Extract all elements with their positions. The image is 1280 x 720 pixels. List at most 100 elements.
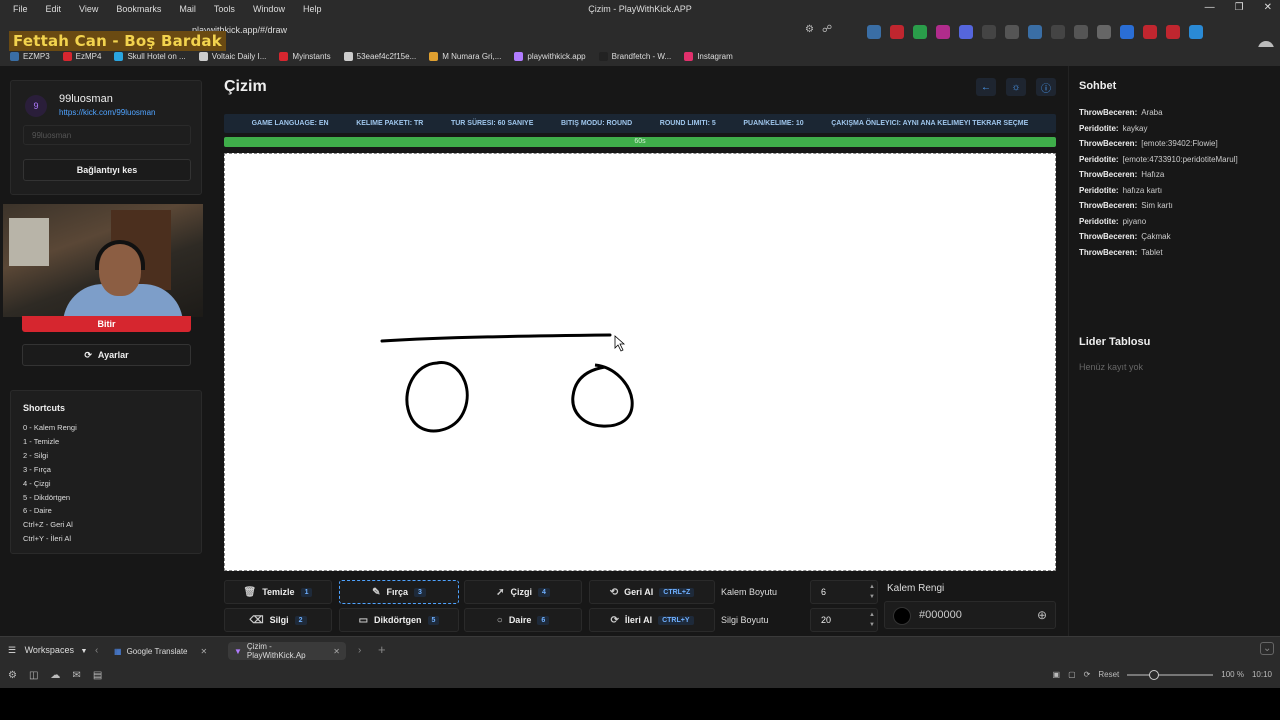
pen-size-input[interactable]: 6 ▲ ▼ [810,580,878,604]
workspaces-button[interactable]: ☰ Workspaces ▼ [8,645,87,656]
menu-item[interactable]: View [70,4,107,14]
tab-cizim[interactable]: ▼ Çizim - PlayWithKick.Ap ✕ [228,642,346,660]
line-button[interactable]: ➚ Çizgi 4 [464,580,582,604]
menu-item[interactable]: Bookmarks [107,4,170,14]
disconnect-button[interactable]: Bağlantıyı kes [23,159,191,181]
restore-icon[interactable]: ❐ [1235,2,1244,13]
chat-message: ThrowBeceren: Tablet [1079,245,1279,261]
redo-button[interactable]: ⟳ İleri Al CTRL+Y [589,608,715,632]
bookmark-icon [514,52,524,61]
bookmark-item[interactable]: Instagram [684,52,733,61]
settings-icon[interactable]: ⚙ [8,670,17,681]
bookmark-icon [10,52,19,61]
calendar-icon[interactable]: ▤ [93,670,102,681]
leaderboard-empty: Henüz kayıt yok [1079,362,1144,372]
bookmark-icon [279,52,289,61]
extension-icon[interactable] [867,25,881,39]
menu-item[interactable]: File [4,4,37,14]
spinner-up-icon[interactable]: ▲ [869,583,875,592]
extension-icon[interactable] [982,25,996,39]
channel-input[interactable]: 99luosman [23,125,191,145]
username: 99luosman [59,93,113,105]
translate-icon[interactable]: ⚙ [805,24,814,35]
tabs-left-icon[interactable]: ‹ [95,645,98,656]
panel-icon[interactable]: ◫ [29,670,38,681]
extension-icon[interactable] [1074,25,1088,39]
bookmark-item[interactable]: 53eaef4c2f15e... [343,52,416,61]
eraser-button[interactable]: ⌫ Silgi 2 [224,608,332,632]
menu-item[interactable]: Tools [205,4,244,14]
extension-icon[interactable] [1189,25,1203,39]
bookmark-item[interactable]: M Numara Gri,... [429,52,501,61]
spinner-up-icon[interactable]: ▲ [869,611,875,620]
rectangle-button[interactable]: ▭ Dikdörtgen 5 [339,608,459,632]
chat-text: Çakmak [1141,232,1171,241]
chat-text: hafıza kartı [1122,185,1163,195]
bookmark-item[interactable]: EZMP3 [10,52,50,61]
chat-text: Araba [1141,108,1163,117]
reload-icon[interactable]: ⟳ [1084,670,1091,679]
reset-button[interactable]: Reset [1098,670,1119,679]
extension-icon[interactable] [959,25,973,39]
bookmark-item[interactable]: Myinstants [279,52,331,61]
bookmark-icon[interactable]: ☍ [822,24,832,35]
new-tab-icon[interactable]: + [378,642,386,657]
menu-item[interactable]: Edit [37,4,71,14]
extension-icon[interactable] [1120,25,1134,39]
extension-icon[interactable] [890,25,904,39]
close-tab-icon[interactable]: ✕ [201,647,208,656]
redo-label: İleri Al [624,615,653,625]
extension-icon[interactable] [1028,25,1042,39]
tile-icon[interactable]: ▢ [1068,670,1076,679]
color-picker-field[interactable]: #000000 ⊕ [884,601,1056,629]
eraser-size-input[interactable]: 20 ▲ ▼ [810,608,878,632]
spinner-down-icon[interactable]: ▼ [869,621,875,630]
menu-item[interactable]: Help [294,4,331,14]
extension-icon[interactable] [1051,25,1065,39]
tab-google-translate[interactable]: ▦ Google Translate ✕ [108,642,226,660]
clear-label: Temizle [262,587,295,597]
eraser-icon: ⌫ [249,614,264,626]
tabs-right-icon[interactable]: › [358,645,361,656]
color-swatch[interactable] [893,607,911,625]
theme-sun-icon[interactable]: ☼ [1006,78,1026,96]
capture-icon[interactable]: ▣ [1053,670,1061,679]
spinner-down-icon[interactable]: ▼ [869,593,875,602]
zoom-level: 100 % [1221,670,1244,679]
drawing-canvas[interactable] [224,153,1056,571]
back-arrow-icon[interactable]: ← [976,78,996,96]
menu-item[interactable]: Mail [170,4,205,14]
extension-icon[interactable] [936,25,950,39]
minimize-icon[interactable]: — [1205,2,1215,13]
close-window-icon[interactable]: ✕ [1264,2,1272,13]
game-info-item: ROUND LIMITI: 5 [659,120,716,127]
cloud-icon[interactable]: ☁ [50,670,60,681]
mail-icon[interactable]: ✉ [72,670,80,681]
undo-button[interactable]: ⟲ Geri Al CTRL+Z [589,580,715,604]
circle-button[interactable]: ○ Daire 6 [464,608,582,632]
clear-button[interactable]: 🗑 Temizle 1 [224,580,332,604]
zoom-slider[interactable] [1127,669,1214,680]
brush-button[interactable]: ✎ Fırça 3 [339,580,459,604]
info-icon[interactable]: ⓘ [1036,78,1056,96]
bookmark-item[interactable]: EzMP4 [62,52,101,61]
extension-icon[interactable] [1097,25,1111,39]
pen-size-label: Kalem Boyutu [721,587,778,597]
chat-user: ThrowBeceren: [1079,232,1138,241]
menu-item[interactable]: Window [244,4,294,14]
extension-icon[interactable] [1005,25,1019,39]
bookmark-item[interactable]: Voltaic Daily I... [198,52,266,61]
close-tab-icon[interactable]: ✕ [333,647,340,656]
user-link[interactable]: https://kick.com/99luosman [59,108,155,117]
extension-icon[interactable] [1166,25,1180,39]
bookmark-item[interactable]: Brandfetch - W... [598,52,671,61]
end-button[interactable]: Bitir [22,316,191,332]
bookmark-item[interactable]: Skull Hotel on ... [114,52,186,61]
game-info-item: TUR SÜRESI: 60 SANIYE [450,120,534,127]
tab-list-icon[interactable]: ⌄ [1260,642,1275,655]
extension-icon[interactable] [1143,25,1157,39]
bookmark-item[interactable]: playwithkick.app [514,52,586,61]
extension-icon[interactable] [913,25,927,39]
crosshair-icon[interactable]: ⊕ [1037,608,1047,622]
settings-button[interactable]: ⟳ Ayarlar [22,344,191,366]
